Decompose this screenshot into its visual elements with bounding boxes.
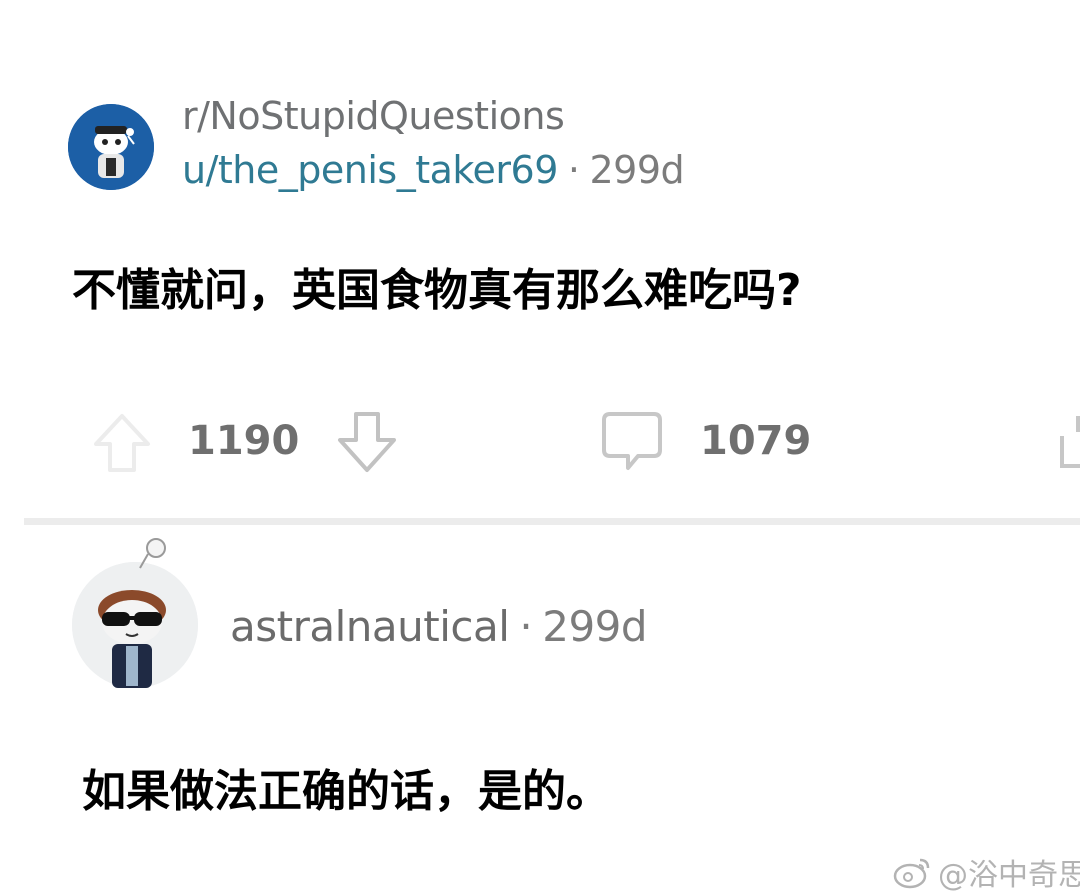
weibo-logo-icon	[893, 858, 930, 889]
meta-separator: ·	[519, 602, 533, 651]
upvote-button[interactable]	[90, 410, 154, 476]
snoo-avatar-icon	[72, 562, 198, 688]
subreddit-avatar[interactable]	[68, 104, 154, 190]
post-title[interactable]: 不懂就问，英国食物真有那么难吃吗?	[72, 254, 802, 318]
antenna-icon	[136, 536, 170, 570]
vote-count: 1190	[188, 418, 300, 464]
share-icon	[1060, 416, 1080, 468]
comment-body: 如果做法正确的话，是的。	[82, 766, 610, 817]
post-meta: u/the_penis_taker69 · 299d	[182, 148, 685, 192]
comment-author-name[interactable]: astralnautical	[230, 602, 510, 651]
downvote-arrow-icon	[338, 412, 396, 472]
watermark: @浴中奇思	[892, 850, 1080, 894]
subreddit-name[interactable]: r/NoStupidQuestions	[182, 94, 565, 138]
comment-count: 1079	[700, 418, 812, 464]
comment-meta: astralnautical · 299d	[230, 602, 648, 651]
downvote-button[interactable]	[334, 408, 400, 476]
section-divider	[24, 518, 1080, 525]
comment-author-avatar[interactable]	[72, 562, 198, 688]
meta-separator: ·	[567, 148, 580, 192]
post-age: 299d	[589, 148, 685, 192]
comments-button[interactable]	[598, 408, 666, 474]
share-button[interactable]	[1052, 408, 1080, 474]
watermark-text: @浴中奇思	[938, 858, 1080, 893]
comment-bubble-icon	[602, 412, 662, 470]
post-author-link[interactable]: u/the_penis_taker69	[182, 148, 558, 192]
upvote-arrow-icon	[94, 414, 150, 472]
comment-age: 299d	[542, 602, 648, 651]
snoo-avatar-icon	[68, 104, 154, 190]
